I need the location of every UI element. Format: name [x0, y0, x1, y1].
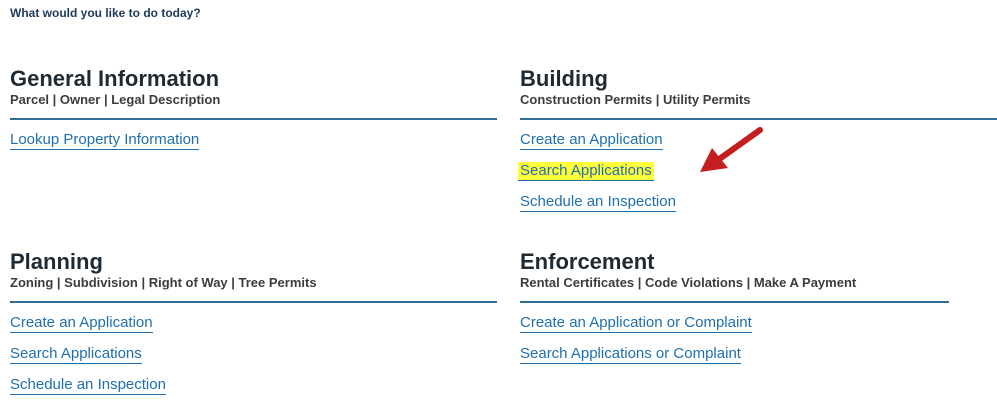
building-create-application-link[interactable]: Create an Application	[520, 131, 663, 150]
section-divider	[10, 301, 497, 303]
link-list: Create an Application Search Application…	[10, 314, 497, 407]
section-title: General Information	[10, 66, 220, 91]
section-building: Building Construction Permits | Utility …	[518, 66, 997, 224]
section-title: Building	[520, 66, 608, 91]
enforcement-create-application-link[interactable]: Create an Application or Complaint	[520, 314, 752, 333]
section-title: Planning	[10, 249, 103, 274]
planning-create-application-link[interactable]: Create an Application	[10, 314, 153, 333]
building-schedule-inspection-link[interactable]: Schedule an Inspection	[520, 193, 676, 212]
link-list: Create an Application Search Application…	[518, 131, 997, 224]
section-general-information: General Information Parcel | Owner | Leg…	[10, 67, 497, 162]
link-list: Create an Application or Complaint Searc…	[520, 314, 949, 376]
section-title: Enforcement	[520, 249, 655, 274]
page-prompt: What would you like to do today?	[10, 6, 201, 20]
section-enforcement: Enforcement Rental Certificates | Code V…	[520, 250, 949, 376]
lookup-property-information-link[interactable]: Lookup Property Information	[10, 131, 200, 150]
section-subtitle: Rental Certificates | Code Violations | …	[520, 275, 857, 290]
planning-schedule-inspection-link[interactable]: Schedule an Inspection	[10, 376, 166, 395]
planning-search-applications-link[interactable]: Search Applications	[10, 345, 142, 364]
section-subtitle: Zoning | Subdivision | Right of Way | Tr…	[10, 275, 317, 290]
section-divider	[10, 118, 497, 120]
section-subtitle: Construction Permits | Utility Permits	[520, 92, 751, 107]
section-divider	[520, 118, 997, 120]
enforcement-search-applications-link[interactable]: Search Applications or Complaint	[520, 345, 741, 364]
section-divider	[520, 301, 949, 303]
section-planning: Planning Zoning | Subdivision | Right of…	[10, 250, 497, 407]
building-search-applications-link[interactable]: Search Applications	[518, 162, 654, 181]
section-subtitle: Parcel | Owner | Legal Description	[10, 92, 221, 107]
link-list: Lookup Property Information	[10, 131, 497, 162]
